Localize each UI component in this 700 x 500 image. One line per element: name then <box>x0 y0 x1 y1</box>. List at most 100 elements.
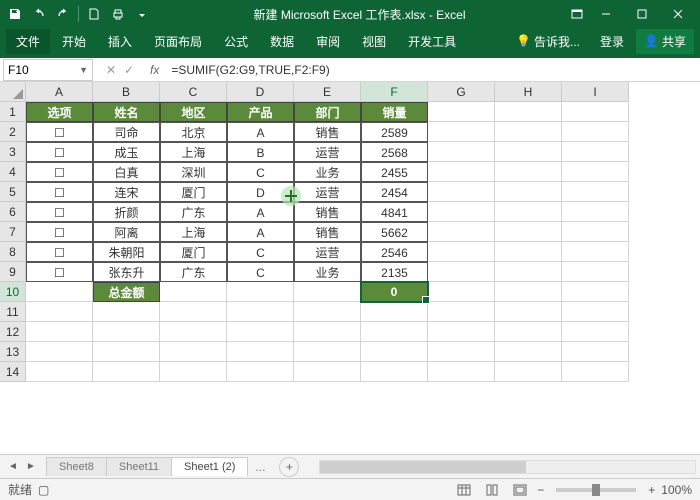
signin-button[interactable]: 登录 <box>590 29 634 54</box>
cell[interactable]: 业务 <box>294 162 361 182</box>
tab-formula[interactable]: 公式 <box>214 29 258 54</box>
cell[interactable] <box>227 342 294 362</box>
save-icon[interactable] <box>4 3 26 25</box>
cell[interactable] <box>562 262 629 282</box>
column-header[interactable]: B <box>93 82 160 102</box>
cell[interactable] <box>227 282 294 302</box>
cell[interactable]: 业务 <box>294 262 361 282</box>
tab-data[interactable]: 数据 <box>260 29 304 54</box>
cell[interactable] <box>428 102 495 122</box>
row-header[interactable]: 7 <box>0 222 26 242</box>
table-header-cell[interactable]: 姓名 <box>93 102 160 122</box>
view-page-layout-icon[interactable] <box>481 481 503 499</box>
cell[interactable]: 5662 <box>361 222 428 242</box>
print-preview-icon[interactable] <box>107 3 129 25</box>
fx-icon[interactable]: fx <box>144 63 165 77</box>
cell[interactable]: A <box>227 222 294 242</box>
column-header[interactable]: H <box>495 82 562 102</box>
row-header[interactable]: 14 <box>0 362 26 382</box>
cell[interactable]: 连宋 <box>93 182 160 202</box>
cell[interactable] <box>495 202 562 222</box>
cell[interactable] <box>495 262 562 282</box>
checkbox-cell[interactable]: ☐ <box>26 262 93 282</box>
cell[interactable] <box>562 142 629 162</box>
cell[interactable]: 厦门 <box>160 182 227 202</box>
cell[interactable] <box>93 362 160 382</box>
cell[interactable] <box>495 302 562 322</box>
cell[interactable] <box>428 222 495 242</box>
cell[interactable] <box>160 302 227 322</box>
cell[interactable]: 2546 <box>361 242 428 262</box>
cell[interactable]: D <box>227 182 294 202</box>
cell[interactable] <box>495 222 562 242</box>
table-header-cell[interactable]: 产品 <box>227 102 294 122</box>
cell[interactable] <box>562 202 629 222</box>
checkbox-cell[interactable]: ☐ <box>26 122 93 142</box>
cell[interactable] <box>428 262 495 282</box>
cell[interactable]: 折颜 <box>93 202 160 222</box>
cell[interactable]: 张东升 <box>93 262 160 282</box>
zoom-slider[interactable] <box>556 488 636 492</box>
cell[interactable] <box>294 322 361 342</box>
cell[interactable]: 广东 <box>160 262 227 282</box>
view-normal-icon[interactable] <box>453 481 475 499</box>
cell[interactable]: 厦门 <box>160 242 227 262</box>
row-header[interactable]: 2 <box>0 122 26 142</box>
cell[interactable] <box>227 362 294 382</box>
cell[interactable]: 运营 <box>294 142 361 162</box>
cell[interactable] <box>495 162 562 182</box>
cell[interactable] <box>428 322 495 342</box>
cell[interactable] <box>93 322 160 342</box>
cell[interactable]: 2568 <box>361 142 428 162</box>
cell[interactable] <box>428 242 495 262</box>
new-file-icon[interactable] <box>83 3 105 25</box>
cell[interactable] <box>495 342 562 362</box>
cell[interactable]: 运营 <box>294 242 361 262</box>
tab-overflow[interactable]: ... <box>247 457 273 477</box>
tab-file[interactable]: 文件 <box>6 29 50 54</box>
cell[interactable] <box>562 102 629 122</box>
row-header[interactable]: 13 <box>0 342 26 362</box>
cell[interactable] <box>294 362 361 382</box>
checkbox-cell[interactable]: ☐ <box>26 142 93 162</box>
tab-review[interactable]: 审阅 <box>306 29 350 54</box>
column-header[interactable]: I <box>562 82 629 102</box>
close-button[interactable] <box>660 0 696 28</box>
cell[interactable]: 上海 <box>160 142 227 162</box>
cell[interactable]: C <box>227 162 294 182</box>
row-header[interactable]: 1 <box>0 102 26 122</box>
cell[interactable] <box>294 302 361 322</box>
accept-formula-icon[interactable]: ✓ <box>120 63 138 77</box>
undo-icon[interactable] <box>28 3 50 25</box>
name-box[interactable]: F10 ▼ <box>3 59 93 81</box>
cell[interactable] <box>428 362 495 382</box>
row-header[interactable]: 6 <box>0 202 26 222</box>
cell[interactable] <box>562 182 629 202</box>
tell-me-button[interactable]: 💡告诉我... <box>508 29 588 54</box>
cell[interactable] <box>26 302 93 322</box>
cell[interactable] <box>495 122 562 142</box>
cell[interactable] <box>495 242 562 262</box>
cell[interactable]: 2135 <box>361 262 428 282</box>
tab-insert[interactable]: 插入 <box>98 29 142 54</box>
column-header[interactable]: F <box>361 82 428 102</box>
add-sheet-button[interactable]: + <box>279 457 299 477</box>
cell[interactable] <box>26 342 93 362</box>
tab-home[interactable]: 开始 <box>52 29 96 54</box>
cell[interactable] <box>294 342 361 362</box>
cell[interactable] <box>294 282 361 302</box>
column-header[interactable]: G <box>428 82 495 102</box>
cell[interactable]: 销售 <box>294 222 361 242</box>
cell[interactable] <box>562 362 629 382</box>
cell[interactable] <box>562 242 629 262</box>
cell[interactable] <box>495 362 562 382</box>
tab-developer[interactable]: 开发工具 <box>398 29 466 54</box>
cell[interactable]: C <box>227 262 294 282</box>
column-header[interactable]: A <box>26 82 93 102</box>
cell[interactable]: 北京 <box>160 122 227 142</box>
cell[interactable] <box>428 182 495 202</box>
table-header-cell[interactable]: 地区 <box>160 102 227 122</box>
tab-view[interactable]: 视图 <box>352 29 396 54</box>
cell[interactable] <box>26 322 93 342</box>
cell[interactable] <box>26 362 93 382</box>
